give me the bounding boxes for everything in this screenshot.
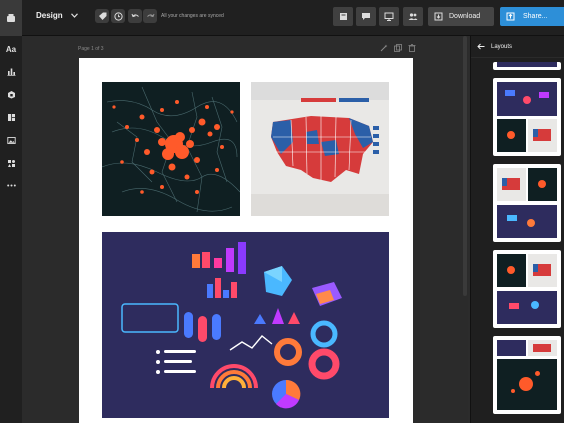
shapes-icon	[7, 159, 15, 167]
us-map-graphic	[251, 82, 389, 216]
image-us-map[interactable]	[251, 82, 389, 216]
collaborators-button[interactable]	[403, 7, 423, 26]
note-icon	[339, 13, 347, 20]
layout-option-3[interactable]	[493, 250, 561, 328]
logo-icon	[7, 14, 15, 22]
layout-option-2[interactable]	[493, 164, 561, 242]
text-tool[interactable]: Aa	[4, 42, 18, 56]
elements-tool[interactable]	[4, 87, 18, 101]
redo-icon	[146, 13, 154, 17]
download-button[interactable]: Download	[428, 7, 494, 26]
text-icon: Aa	[5, 44, 17, 54]
notes-button[interactable]	[333, 7, 353, 26]
more-tools[interactable]	[4, 178, 18, 192]
page-tools	[380, 44, 416, 52]
layout-thumb-slot	[497, 82, 557, 116]
image-dark-map[interactable]	[102, 82, 240, 216]
share-icon	[506, 12, 515, 21]
layout-thumb-slot	[528, 168, 557, 201]
undo-button[interactable]	[128, 9, 142, 23]
present-button[interactable]	[379, 7, 399, 26]
dark-map-graphic	[102, 82, 240, 216]
elements-icon	[7, 90, 15, 98]
layout-thumb-slot	[497, 62, 557, 67]
layout-thumb-slot	[497, 359, 557, 410]
clock-icon	[113, 11, 123, 21]
design-menu[interactable]: Design	[36, 11, 78, 20]
redo-button[interactable]	[143, 9, 157, 23]
layout-thumb-slot	[528, 254, 557, 287]
image-data-analytics[interactable]	[102, 232, 389, 418]
layout-thumb-slot	[497, 291, 557, 324]
home-button[interactable]	[0, 0, 22, 36]
design-menu-label: Design	[36, 11, 63, 20]
history-button[interactable]	[111, 9, 125, 23]
download-icon	[434, 12, 443, 21]
layouts-title: Layouts	[491, 43, 513, 50]
images-tool[interactable]	[4, 133, 18, 147]
download-label: Download	[449, 13, 481, 20]
tools-sidebar: Aa	[0, 36, 22, 423]
copy-icon[interactable]	[394, 44, 402, 52]
share-label: Share...	[523, 13, 548, 20]
design-page[interactable]	[79, 58, 413, 423]
top-bar: Design All your changes are synced Downl…	[0, 0, 564, 36]
layouts-header[interactable]: Layouts	[471, 36, 564, 58]
tag-button[interactable]	[95, 9, 109, 23]
comments-button[interactable]	[356, 7, 376, 26]
layouts-tool[interactable]	[4, 110, 18, 124]
layout-icon	[7, 113, 15, 121]
canvas-scrollbar[interactable]	[463, 36, 467, 296]
layouts-panel: Layouts	[470, 36, 564, 423]
back-arrow-icon	[477, 43, 485, 50]
tag-icon	[98, 12, 106, 20]
layout-option-4[interactable]	[493, 336, 561, 414]
page-label: Page 1 of 3	[78, 46, 104, 52]
layout-thumb-slot	[497, 340, 526, 356]
share-button[interactable]: Share...	[500, 7, 564, 26]
present-icon	[384, 12, 394, 21]
chevron-down-icon	[70, 13, 78, 18]
image-icon	[6, 136, 16, 144]
layout-thumb-slot	[528, 119, 557, 152]
magic-icon[interactable]	[380, 44, 388, 52]
layout-thumb-slot	[497, 168, 526, 201]
analytics-graphic	[102, 232, 389, 418]
undo-icon	[131, 13, 139, 17]
trash-icon[interactable]	[408, 44, 416, 52]
saved-status: All your changes are synced	[161, 13, 224, 19]
layout-option-0[interactable]	[493, 62, 561, 70]
layout-thumb-slot	[497, 254, 526, 287]
shapes-tool[interactable]	[4, 156, 18, 170]
people-icon	[408, 13, 418, 20]
layout-thumb-slot	[497, 205, 557, 238]
charts-tool[interactable]	[4, 64, 18, 78]
layout-option-1[interactable]	[493, 78, 561, 156]
comment-icon	[362, 13, 370, 20]
layout-thumb-slot	[528, 340, 557, 356]
layout-thumb-slot	[497, 119, 526, 152]
chart-icon	[7, 68, 15, 76]
more-icon	[6, 184, 16, 186]
